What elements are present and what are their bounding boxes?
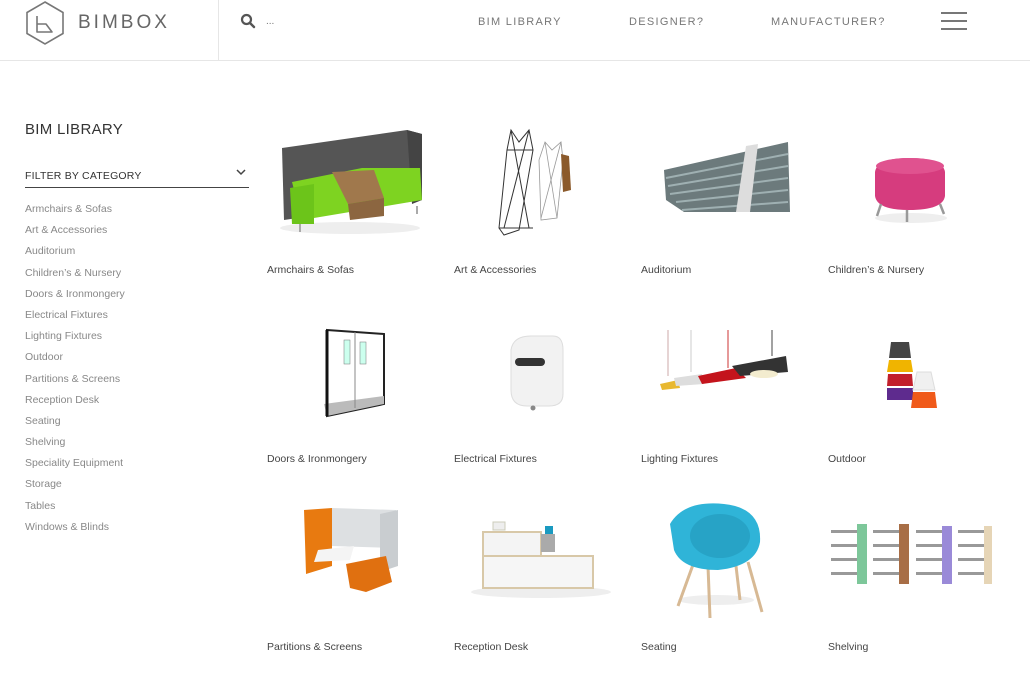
search-bar[interactable]: [240, 13, 416, 29]
category-link[interactable]: Electrical Fixtures: [25, 308, 249, 329]
category-link[interactable]: Outdoor: [25, 350, 249, 371]
category-card-auditorium[interactable]: Auditorium: [636, 120, 816, 276]
category-card-doors-ironmongery[interactable]: Doors & Ironmongery: [262, 320, 442, 465]
pink-pouf-stool-image: [875, 158, 947, 223]
category-card-label: Outdoor: [828, 453, 866, 465]
orange-work-pod-image: [304, 508, 398, 592]
category-card-label: Seating: [641, 641, 677, 653]
pendant-lamps-image: [660, 330, 788, 390]
green-booth-sofa-image: [280, 130, 422, 234]
category-card-art-accessories[interactable]: Art & Accessories: [449, 120, 629, 276]
category-link[interactable]: Auditorium: [25, 244, 249, 265]
category-card-label: Children’s & Nursery: [828, 264, 925, 276]
nav-manufacturer[interactable]: MANUFACTURER?: [771, 16, 886, 28]
category-list: Armchairs & Sofas Art & Accessories Audi…: [25, 202, 249, 541]
category-card-shelving[interactable]: Shelving: [823, 500, 1003, 653]
wire-coat-stands-image: [498, 128, 571, 236]
filter-label: FILTER BY CATEGORY: [25, 170, 142, 182]
logo[interactable]: BIMBOX: [24, 0, 170, 46]
category-link[interactable]: Tables: [25, 499, 249, 520]
category-card-partitions-screens[interactable]: Partitions & Screens: [262, 500, 442, 653]
category-link[interactable]: Partitions & Screens: [25, 372, 249, 393]
nav-designer[interactable]: DESIGNER?: [629, 16, 704, 28]
category-card-electrical-fixtures[interactable]: Electrical Fixtures: [449, 320, 629, 465]
category-card-childrens-nursery[interactable]: Children’s & Nursery: [823, 120, 1003, 276]
library-shelving-units-image: [831, 524, 992, 584]
logo-text: BIMBOX: [78, 12, 170, 33]
hamburger-menu-icon[interactable]: [941, 12, 967, 34]
double-swing-doors-image: [324, 328, 385, 418]
category-link[interactable]: Seating: [25, 414, 249, 435]
site-header: BIMBOX BIM LIBRARY DESIGNER? MANUFACTURE…: [0, 0, 1030, 61]
nav-bim-library[interactable]: BIM LIBRARY: [478, 16, 562, 28]
category-link[interactable]: Art & Accessories: [25, 223, 249, 244]
category-card-reception-desk[interactable]: Reception Desk: [449, 500, 629, 653]
white-reception-desk-image: [471, 521, 611, 598]
sidebar-title: BIM LIBRARY: [25, 121, 124, 138]
hexagon-b-logo-icon: [26, 1, 64, 45]
header-divider: [218, 0, 219, 61]
white-hand-dryer-image: [510, 335, 564, 411]
category-link[interactable]: Lighting Fixtures: [25, 329, 249, 350]
category-link[interactable]: Speciality Equipment: [25, 456, 249, 477]
category-card-label: Lighting Fixtures: [641, 453, 719, 465]
category-card-armchairs-sofas[interactable]: Armchairs & Sofas: [262, 120, 442, 276]
category-link[interactable]: Armchairs & Sofas: [25, 202, 249, 223]
category-card-lighting-fixtures[interactable]: Lighting Fixtures: [636, 320, 816, 465]
category-link[interactable]: Storage: [25, 477, 249, 498]
chevron-down-icon[interactable]: [235, 166, 247, 178]
search-icon[interactable]: [240, 13, 256, 29]
tiered-auditorium-seats-image: [664, 142, 790, 212]
category-card-label: Auditorium: [641, 264, 692, 276]
category-card-outdoor[interactable]: Outdoor: [823, 320, 1003, 465]
category-link[interactable]: Reception Desk: [25, 393, 249, 414]
category-card-label: Partitions & Screens: [267, 641, 363, 653]
category-card-label: Art & Accessories: [454, 264, 537, 276]
sidebar: BIM LIBRARY FILTER BY CATEGORY Armchairs…: [25, 121, 249, 541]
category-link[interactable]: Windows & Blinds: [25, 520, 249, 541]
category-link[interactable]: Doors & Ironmongery: [25, 287, 249, 308]
category-card-label: Armchairs & Sofas: [267, 264, 354, 276]
category-card-label: Electrical Fixtures: [454, 453, 537, 465]
category-card-seating[interactable]: Seating: [636, 500, 816, 653]
blue-bucket-chair-image: [670, 503, 764, 619]
search-input[interactable]: [266, 15, 416, 27]
stacked-colored-lamps-image: [887, 342, 937, 408]
category-card-label: Reception Desk: [454, 641, 529, 653]
category-card-label: Shelving: [828, 641, 869, 653]
category-card-label: Doors & Ironmongery: [267, 453, 367, 465]
filter-by-category-dropdown[interactable]: FILTER BY CATEGORY: [25, 166, 249, 188]
category-link[interactable]: Children’s & Nursery: [25, 266, 249, 287]
category-link[interactable]: Shelving: [25, 435, 249, 456]
